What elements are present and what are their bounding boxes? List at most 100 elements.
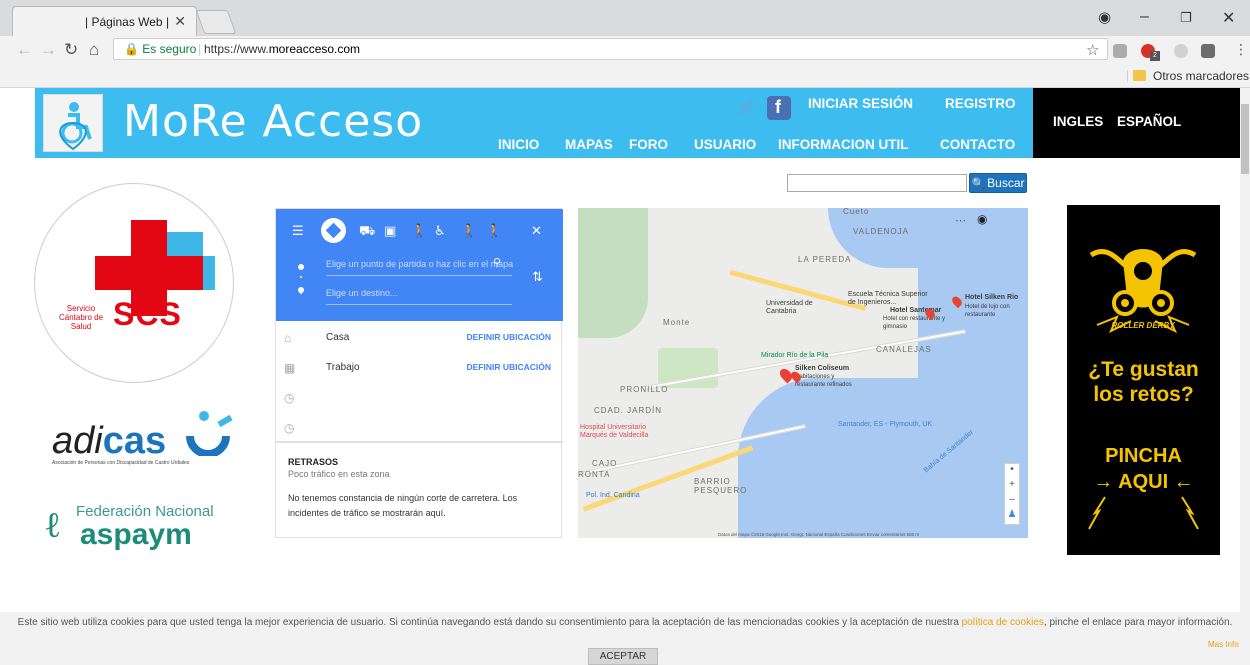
nav-mapas[interactable]: MAPAS — [565, 137, 613, 152]
search-start-icon[interactable]: ⚲ — [493, 256, 501, 269]
destination-input[interactable]: Elige un destino... — [326, 283, 512, 305]
facebook-icon[interactable]: f — [767, 96, 791, 120]
green-area — [578, 208, 648, 338]
map-poi[interactable]: Silken Coliseum — [795, 365, 849, 373]
map-poi[interactable]: Mirador Río de la Pila — [761, 352, 828, 360]
bookmark-star-icon[interactable]: ☆ — [1086, 41, 1099, 59]
swap-icon[interactable]: ⇅ — [532, 269, 543, 285]
extension-icon[interactable] — [1113, 44, 1127, 58]
clock-icon: ◷ — [284, 421, 295, 435]
nav-foro[interactable]: FORO — [629, 137, 668, 152]
other-bookmarks-link[interactable]: Otros marcadores — [1153, 69, 1249, 83]
close-icon[interactable]: ✕ — [531, 223, 542, 239]
start-input[interactable]: Elige un punto de partida o haz clic en … — [326, 254, 513, 276]
map-poi[interactable]: Habitaciones y restaurante refinados — [795, 373, 865, 389]
google-map[interactable]: Cueto VALDENOJA LA PEREDA Monte CANALEJA… — [578, 208, 1028, 538]
site-title[interactable]: MoRe Acceso — [123, 96, 423, 147]
map-poi[interactable]: Escuela Técnica Superior de Ingenieros..… — [848, 291, 932, 307]
nav-contacto[interactable]: CONTACTO — [940, 137, 1015, 152]
accompanied-icon[interactable]: 🚶 — [461, 223, 477, 239]
location-icon[interactable]: • — [1005, 464, 1019, 479]
scrollbar-thumb[interactable] — [1241, 104, 1249, 174]
login-link[interactable]: INICIAR SESIÓN — [808, 96, 913, 111]
register-link[interactable]: REGISTRO — [945, 96, 1016, 111]
best-route-icon[interactable] — [321, 218, 346, 243]
adicas-text-a: adi — [52, 420, 103, 462]
set-home-link[interactable]: DEFINIR UBICACIÓN — [466, 332, 551, 342]
directions-panel: ☰ ⛟ ▣ 🚶 ♿ 🚶 🚶 ✕ Elige un punto de partid… — [275, 208, 563, 538]
browser-tab[interactable]: | Páginas Web | ✕ — [12, 6, 197, 36]
ad-cta-line-2-text: AQUI — [1118, 471, 1169, 493]
home-label: Casa — [326, 332, 350, 343]
reload-icon[interactable]: ↻ — [64, 40, 78, 60]
map-poi[interactable]: Universidad de Cantabria — [766, 300, 826, 316]
recent-place-1[interactable]: ◷ — [276, 383, 563, 413]
map-poi[interactable]: Hotel de lujo con restaurante — [965, 303, 1021, 319]
nav-informacion-util[interactable]: INFORMACION UTIL — [778, 137, 909, 152]
lang-espanol[interactable]: ESPAÑOL — [1117, 114, 1181, 129]
recent-place-2[interactable]: ◷ — [276, 413, 563, 443]
folder-icon — [1133, 70, 1146, 81]
site-header: MoRe Acceso f INICIAR SESIÓN REGISTRO IN… — [35, 88, 1035, 158]
map-options-icon[interactable]: ◉ — [977, 212, 987, 226]
forward-arrow-icon[interactable]: → — [40, 40, 57, 60]
map-poi[interactable]: Santander, ES - Plymouth, UK — [838, 421, 932, 429]
roller-derby-ad[interactable]: CANTABRIA ROLLER DERBY ¿Te gustan los re… — [1067, 205, 1220, 555]
walk-icon[interactable]: 🚶 — [411, 223, 427, 239]
map-label: Monte — [663, 318, 691, 327]
map-label: BARRIO PESQUERO — [694, 477, 748, 495]
extension-badge: 2 — [1150, 51, 1160, 61]
lang-ingles[interactable]: INGLES — [1053, 114, 1103, 129]
accept-cookies-button[interactable]: ACEPTAR — [588, 648, 658, 665]
briefcase-icon: ▦ — [284, 361, 296, 375]
menu-icon[interactable]: ☰ — [292, 223, 304, 239]
window-close-icon[interactable]: ✕ — [1222, 8, 1235, 28]
map-poi[interactable]: Hotel con restaurante y gimnasio — [883, 315, 947, 331]
zoom-out-button[interactable]: – — [1005, 494, 1019, 509]
more-info-link[interactable]: Mas Info — [1208, 640, 1239, 649]
adicas-logo[interactable]: adicas — [52, 420, 166, 463]
secure-indicator[interactable]: 🔒 Es seguro — [124, 42, 196, 56]
close-tab-icon[interactable]: ✕ — [174, 13, 186, 30]
restore-icon[interactable]: ❐ — [1180, 10, 1192, 26]
minimize-icon[interactable]: – — [1140, 8, 1149, 26]
work-label: Trabajo — [326, 362, 360, 373]
home-icon[interactable]: ⌂ — [89, 40, 99, 60]
search-button[interactable]: 🔍 Buscar — [969, 173, 1027, 193]
menu-icon[interactable]: ⋮ — [1234, 41, 1248, 58]
zoom-in-button[interactable]: + — [1005, 479, 1019, 494]
page-scrollbar[interactable] — [1240, 88, 1250, 665]
scs-cross-red-h — [95, 256, 203, 290]
map-poi[interactable]: Hotel Silken Rio — [965, 294, 1018, 302]
url-separator: | — [198, 42, 202, 56]
bookmarks-bar: | Otros marcadores — [0, 64, 1250, 88]
new-tab-button[interactable] — [195, 10, 237, 34]
site-logo[interactable] — [43, 94, 103, 152]
url-host: moreacceso.com — [268, 42, 361, 56]
nav-usuario[interactable]: USUARIO — [694, 137, 756, 152]
map-poi[interactable]: Hospital Universitario Marqués de Valdec… — [580, 424, 660, 440]
profile-icon[interactable]: ◉ — [1098, 8, 1111, 26]
map-poi[interactable]: Pol. Ind. Candina — [586, 492, 640, 500]
twitter-icon[interactable] — [735, 96, 759, 120]
nav-inicio[interactable]: INICIO — [498, 137, 539, 152]
apps-grid-icon[interactable]: ⋯ — [955, 214, 966, 227]
search-input[interactable] — [787, 174, 967, 192]
cast-extension-icon[interactable] — [1201, 44, 1215, 58]
address-bar[interactable]: 🔒 Es seguro | https://www.moreacceso.com — [113, 38, 1108, 60]
wheelchair-icon[interactable]: ♿ — [434, 223, 446, 239]
cane-icon[interactable]: 🚶 — [486, 223, 502, 239]
car-icon[interactable]: ⛟ — [359, 223, 375, 241]
saved-place-work[interactable]: ▦ Trabajo DEFINIR UBICACIÓN — [276, 353, 563, 383]
extension-gray-icon[interactable] — [1174, 44, 1188, 58]
pegman-icon[interactable]: ♟ — [1005, 509, 1019, 524]
aspaym-logo[interactable]: aspaym — [80, 518, 192, 552]
scs-logo[interactable]: Servicio Cántabro de Salud SCS — [34, 183, 234, 383]
ad-cta[interactable]: PINCHA → AQUI ← — [1067, 443, 1220, 495]
set-work-link[interactable]: DEFINIR UBICACIÓN — [466, 362, 551, 372]
back-arrow-icon[interactable]: ← — [16, 40, 33, 60]
panel-divider — [276, 441, 563, 443]
cookie-policy-link[interactable]: política de cookies — [962, 617, 1044, 628]
transit-icon[interactable]: ▣ — [384, 223, 396, 239]
saved-place-home[interactable]: ⌂ Casa DEFINIR UBICACIÓN — [276, 323, 563, 353]
